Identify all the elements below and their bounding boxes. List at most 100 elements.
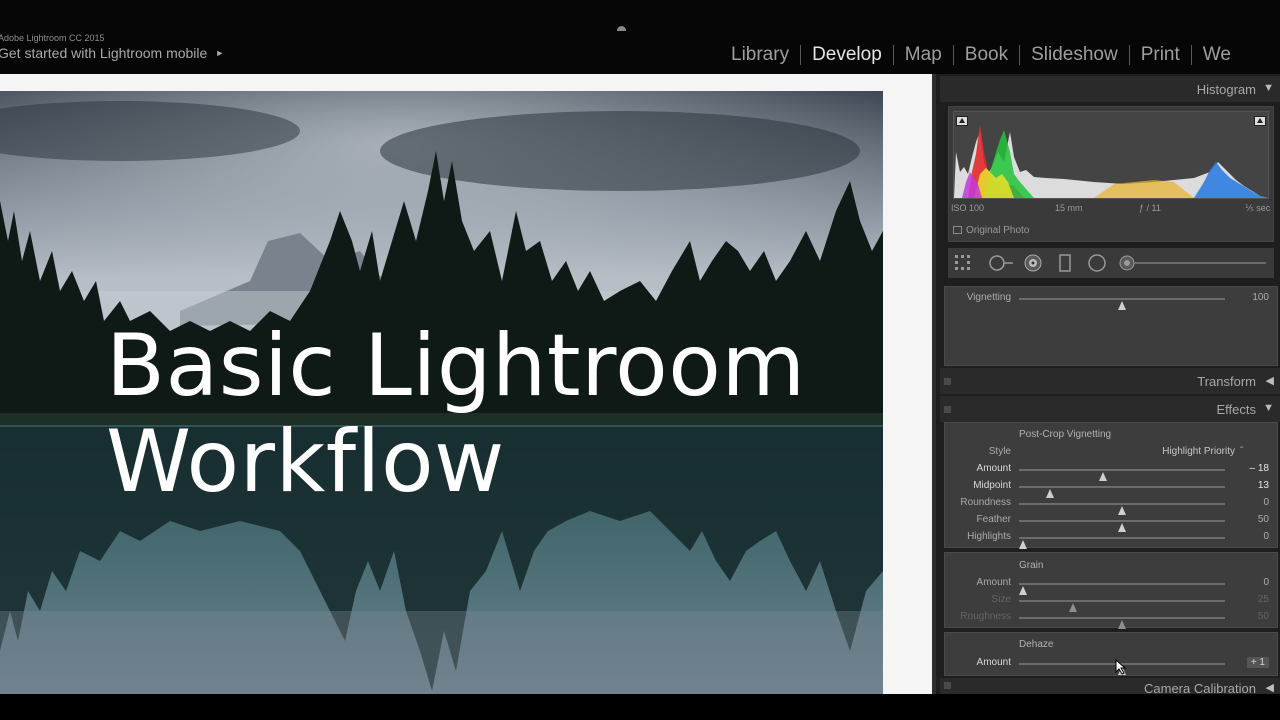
slider-row-grain-size[interactable]: Size 25	[945, 592, 1279, 612]
grain-section: Grain Amount 0 Size 25 Roughness 50	[944, 552, 1279, 629]
top-bar: Adobe Lightroom CC 2015 Get started with…	[0, 0, 1280, 74]
red-eye-icon[interactable]	[1024, 254, 1042, 272]
slider-value[interactable]: – 18	[1250, 463, 1269, 474]
slider-label: Roundness	[960, 497, 1011, 508]
exif-aperture: ƒ / 11	[1139, 203, 1161, 213]
slider-track[interactable]	[1019, 537, 1225, 549]
style-label: Style	[988, 446, 1011, 457]
tool-strip	[948, 248, 1274, 278]
slider-thumb[interactable]	[1118, 620, 1126, 629]
effects-title[interactable]: Effects	[1216, 402, 1256, 417]
panel-switch-icon[interactable]	[944, 406, 951, 413]
slider-value[interactable]: + 1	[1246, 657, 1269, 668]
slider-label: Midpoint	[973, 480, 1011, 491]
panel-switch-icon[interactable]	[944, 378, 951, 385]
graduated-filter-icon[interactable]	[1056, 254, 1074, 272]
module-book[interactable]: Book	[954, 44, 1019, 66]
style-row[interactable]: Style Highlight Priority ⌃	[945, 444, 1279, 461]
highlight-clipping-icon[interactable]	[1254, 116, 1266, 126]
slider-value[interactable]: 0	[1263, 531, 1269, 542]
slider-value[interactable]: 50	[1258, 611, 1269, 622]
shadow-clipping-icon[interactable]	[956, 116, 968, 126]
slider-label: Size	[991, 594, 1011, 605]
slider-row-midpoint[interactable]: Midpoint 13	[945, 478, 1279, 498]
slider-row-dehaze-amount[interactable]: Amount + 1	[945, 655, 1279, 675]
slider-thumb[interactable]	[1019, 540, 1028, 549]
panel-switch-icon[interactable]	[944, 682, 951, 689]
histogram-curve	[954, 124, 1268, 198]
slider-label: Amount	[976, 577, 1011, 588]
slider-row-roundness[interactable]: Roundness 0	[945, 495, 1279, 515]
exif-iso: ISO 100	[951, 203, 985, 213]
panel-toggle-arrow-icon[interactable]	[617, 26, 626, 31]
exif-info: ISO 100 15 mm ƒ / 11 ⅕ sec	[949, 203, 1275, 217]
module-picker: Library Develop Map Book Slideshow Print…	[720, 44, 1242, 66]
slider-track[interactable]	[1019, 617, 1225, 629]
slider-value[interactable]: 0	[1263, 497, 1269, 508]
slider-value[interactable]: 25	[1258, 594, 1269, 605]
slider-track[interactable]	[1019, 503, 1225, 515]
module-web[interactable]: We	[1192, 44, 1242, 66]
spot-removal-icon[interactable]	[988, 254, 1014, 272]
mobile-link[interactable]: Get started with Lightroom mobile ►	[0, 45, 224, 61]
overlay-title-line-2: Workflow	[106, 412, 505, 512]
effects-header[interactable]: Effects ▼	[940, 396, 1280, 422]
histogram-header[interactable]: Histogram ▼	[940, 76, 1280, 102]
checkbox-icon[interactable]	[953, 226, 962, 234]
select-caret-icon[interactable]: ⌃	[1238, 445, 1245, 454]
slider-thumb[interactable]	[1118, 301, 1126, 310]
slider-value[interactable]: 100	[1252, 292, 1269, 303]
slider-value[interactable]: 0	[1263, 577, 1269, 588]
slider-value[interactable]: 13	[1258, 480, 1269, 491]
slider-row-grain-roughness[interactable]: Roughness 50	[945, 609, 1279, 629]
slider-label: Vignetting	[966, 292, 1011, 303]
slider-row-amount[interactable]: Amount – 18	[945, 461, 1279, 481]
module-print[interactable]: Print	[1130, 44, 1191, 66]
transform-title[interactable]: Transform	[1197, 374, 1256, 389]
radial-filter-icon[interactable]	[1088, 254, 1106, 272]
slider-label: Roughness	[960, 611, 1011, 622]
dehaze-section: Dehaze Amount + 1	[944, 632, 1278, 676]
mouse-cursor-icon	[1115, 659, 1127, 675]
slider-track[interactable]	[1019, 298, 1225, 310]
dehaze-title: Dehaze	[1019, 639, 1054, 650]
module-develop[interactable]: Develop	[801, 44, 893, 66]
collapse-triangle-icon[interactable]: ▼	[1263, 82, 1274, 94]
original-photo-toggle[interactable]: Original Photo	[953, 225, 1029, 236]
slider-track[interactable]	[1019, 486, 1225, 498]
slider-row-grain-amount[interactable]: Amount 0	[945, 575, 1279, 595]
slider-track[interactable]	[1019, 600, 1225, 612]
style-select[interactable]: Highlight Priority	[1162, 446, 1235, 457]
crop-overlay-icon[interactable]	[954, 254, 972, 272]
slider-row-vignetting[interactable]: Vignetting 100	[945, 290, 1279, 310]
slider-row-highlights[interactable]: Highlights 0	[945, 529, 1279, 549]
transform-header[interactable]: Transform ◀	[940, 368, 1280, 394]
slider-track[interactable]	[1019, 583, 1225, 595]
overlay-title-line-1: Basic Lightroom	[106, 316, 806, 416]
mobile-link-label[interactable]: Get started with Lightroom mobile	[0, 45, 207, 61]
histogram-title[interactable]: Histogram	[1197, 82, 1256, 97]
module-slideshow[interactable]: Slideshow	[1020, 44, 1129, 66]
slider-track[interactable]	[1019, 469, 1225, 481]
image-canvas[interactable]: Basic Lightroom Workflow	[0, 74, 932, 694]
play-arrow-icon[interactable]: ►	[215, 48, 224, 58]
original-photo-label[interactable]: Original Photo	[966, 225, 1029, 236]
expand-triangle-icon[interactable]: ◀	[1266, 374, 1274, 387]
histogram-graph[interactable]	[953, 111, 1269, 199]
slider-row-feather[interactable]: Feather 50	[945, 512, 1279, 532]
vignetting-section: Vignetting 100	[944, 286, 1278, 366]
module-map[interactable]: Map	[894, 44, 953, 66]
post-crop-vignetting-title: Post-Crop Vignetting	[1019, 429, 1112, 440]
exif-focal-length: 15 mm	[1055, 203, 1083, 213]
adjustment-brush-icon[interactable]	[1118, 254, 1268, 272]
collapse-triangle-icon[interactable]: ▼	[1263, 402, 1274, 414]
camera-calibration-title[interactable]: Camera Calibration	[1144, 681, 1256, 694]
slider-value[interactable]: 50	[1258, 514, 1269, 525]
module-library[interactable]: Library	[720, 44, 800, 66]
camera-calibration-header[interactable]: Camera Calibration ◀	[940, 678, 1280, 694]
slider-track[interactable]	[1019, 520, 1225, 532]
slider-label: Feather	[976, 514, 1011, 525]
slider-label: Amount	[976, 657, 1011, 668]
overlay-title: Basic Lightroom Workflow	[106, 318, 806, 510]
expand-triangle-icon[interactable]: ◀	[1266, 681, 1274, 694]
